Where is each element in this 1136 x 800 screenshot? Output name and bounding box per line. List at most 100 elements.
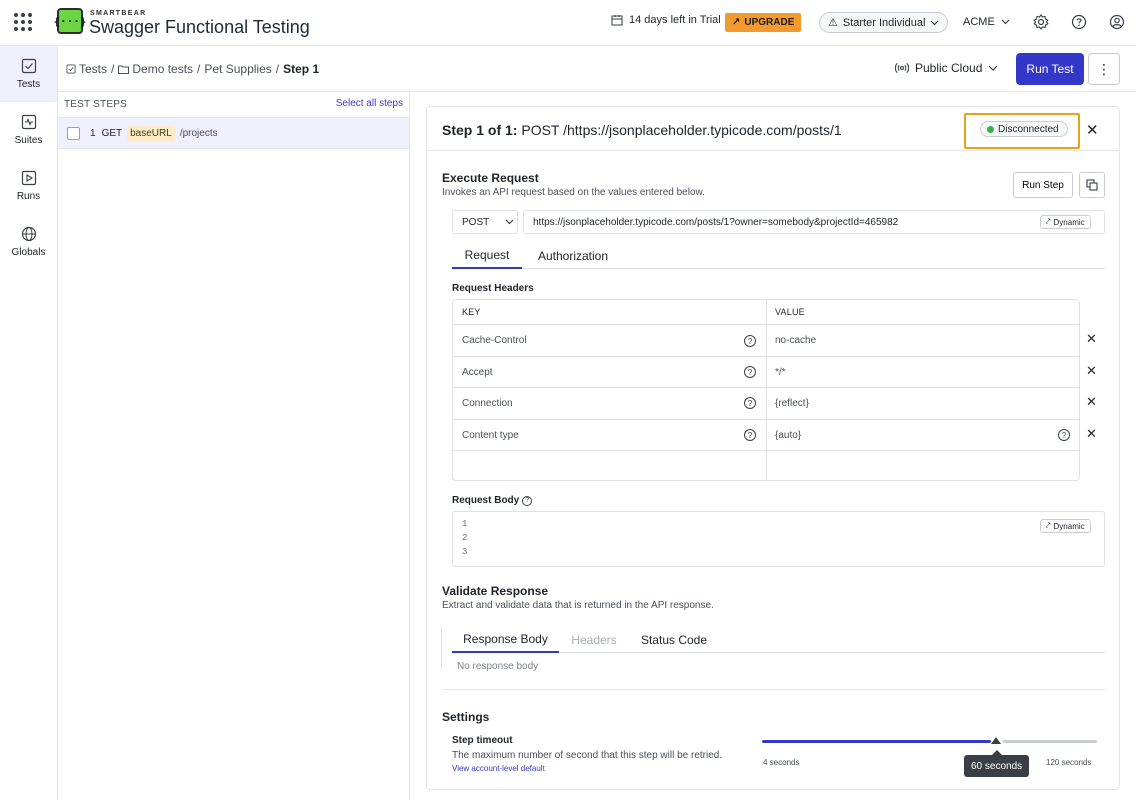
nav-item-tests[interactable]: Tests — [0, 46, 57, 102]
tab-headers: Headers — [571, 633, 617, 647]
tests-icon — [21, 58, 36, 74]
status-dot-icon — [987, 125, 994, 133]
slider-min-label: 4 seconds — [763, 758, 800, 767]
breadcrumb: Tests / Demo tests / Pet Supplies / Step… — [66, 62, 319, 76]
suites-icon — [21, 114, 36, 130]
breadcrumb-separator: / — [197, 62, 201, 76]
left-nav: Tests Suites Runs Globals — [0, 46, 58, 800]
breadcrumb-tests[interactable]: Tests — [66, 62, 107, 76]
request-tabs: Request Authorization — [452, 243, 1105, 269]
validate-response-subtitle: Extract and validate data that is return… — [442, 600, 714, 611]
cloud-label: Public Cloud — [915, 61, 983, 75]
tab-request[interactable]: Request — [452, 243, 522, 269]
nav-item-suites[interactable]: Suites — [0, 102, 57, 158]
help-circle-icon[interactable]: ? — [1058, 429, 1070, 441]
nav-item-runs[interactable]: Runs — [0, 158, 57, 214]
step-row[interactable]: 1 GET baseURL /projects — [58, 117, 409, 149]
step-checkbox[interactable] — [67, 126, 80, 140]
step-variable: baseURL — [127, 125, 175, 141]
header-value-input[interactable] — [766, 451, 1079, 480]
cloud-selector[interactable]: Public Cloud — [895, 61, 998, 75]
help-circle-icon[interactable]: ? — [744, 429, 756, 441]
trial-notice: 14 days left in Trial — [611, 14, 721, 26]
header-value-input[interactable]: no-cache — [766, 325, 816, 356]
column-divider — [766, 300, 767, 480]
app-launcher-icon[interactable] — [14, 13, 32, 31]
execute-request-subtitle: Invokes an API request based on the valu… — [442, 187, 705, 198]
status-badge: Disconnected — [980, 121, 1068, 137]
dynamic-badge[interactable]: ⤤ Dynamic — [1040, 215, 1091, 229]
help-circle-icon[interactable]: ? — [522, 495, 533, 506]
run-step-button[interactable]: Run Step — [1013, 172, 1073, 198]
sub-header: Tests / Demo tests / Pet Supplies / Step… — [58, 46, 1136, 92]
nav-item-globals[interactable]: Globals — [0, 214, 57, 270]
timeout-slider-fill[interactable] — [762, 740, 991, 743]
chevron-down-icon — [930, 20, 939, 25]
method-select[interactable]: POST — [452, 210, 518, 234]
help-icon[interactable] — [1070, 13, 1088, 31]
chevron-down-icon — [505, 219, 514, 225]
header-key-input[interactable]: Content type — [453, 420, 519, 450]
request-body-editor[interactable]: 1 2 3 — [452, 511, 1105, 567]
help-circle-icon[interactable]: ? — [744, 397, 756, 409]
header-key-input[interactable] — [453, 451, 766, 480]
nav-label: Tests — [16, 79, 41, 90]
tab-authorization[interactable]: Authorization — [528, 243, 618, 269]
timeout-slider-track[interactable] — [1003, 740, 1097, 743]
arrow-up-right-icon: ↗ — [732, 17, 741, 28]
step-path: /projects — [179, 127, 218, 139]
step-timeout-title: Step timeout — [452, 735, 513, 746]
gear-icon[interactable] — [1032, 13, 1050, 31]
steps-header: TEST STEPS — [64, 99, 127, 110]
slider-max-label: 120 seconds — [1046, 758, 1092, 767]
request-headers-table: KEY VALUE Cache-Control ? no-cache Accep… — [452, 299, 1080, 481]
broadcast-icon — [895, 62, 909, 74]
breadcrumb-current: Step 1 — [283, 62, 320, 76]
slider-value-tooltip: 60 seconds — [964, 750, 1030, 777]
remove-row-icon[interactable]: ✕ — [1086, 363, 1097, 379]
header-value-input[interactable]: {reflect} — [766, 388, 809, 419]
remove-row-icon[interactable]: ✕ — [1086, 426, 1097, 442]
header-value-input[interactable]: */* — [766, 357, 786, 387]
breadcrumb-separator: / — [275, 62, 280, 76]
remove-row-icon[interactable]: ✕ — [1086, 331, 1097, 347]
header-key-input[interactable]: Accept — [453, 357, 493, 387]
tab-status-code[interactable]: Status Code — [632, 627, 716, 653]
breadcrumb-demo-tests[interactable]: Demo tests — [118, 62, 193, 76]
calendar-icon — [611, 15, 623, 26]
remove-row-icon[interactable]: ✕ — [1086, 394, 1097, 410]
validate-response-title: Validate Response — [442, 584, 549, 598]
org-selector[interactable]: ACME — [963, 16, 1010, 28]
nav-label: Runs — [16, 191, 41, 202]
column-header-value: VALUE — [775, 307, 805, 317]
settings-title: Settings — [442, 710, 490, 724]
column-header-key: KEY — [462, 307, 481, 317]
header-value-input[interactable]: {auto} — [766, 420, 801, 450]
account-default-link[interactable]: View account-level default — [452, 764, 545, 773]
help-circle-icon[interactable]: ? — [744, 366, 756, 378]
top-bar: {···} SMARTBEAR Swagger Functional Testi… — [0, 0, 1136, 46]
header-key-input[interactable]: Connection — [453, 388, 513, 419]
dynamic-icon: ⤤ — [1046, 521, 1051, 530]
tests-icon — [66, 64, 76, 74]
duplicate-button[interactable] — [1079, 172, 1105, 198]
help-circle-icon[interactable]: ? — [744, 335, 756, 347]
close-icon[interactable]: ✕ — [1086, 121, 1099, 139]
tab-response-body[interactable]: Response Body — [452, 627, 559, 653]
url-input[interactable]: https://jsonplaceholder.typicode.com/pos… — [523, 210, 1105, 234]
user-avatar-icon[interactable] — [1108, 13, 1126, 31]
upgrade-button[interactable]: ↗ UPGRADE — [725, 13, 802, 32]
dynamic-badge[interactable]: ⤤ Dynamic — [1040, 519, 1091, 533]
plan-label: Starter Individual — [842, 16, 926, 29]
slider-thumb-icon[interactable] — [989, 735, 1003, 749]
empty-response-text: No response body — [457, 661, 539, 672]
run-test-button[interactable]: Run Test — [1016, 53, 1084, 85]
response-tabs: Response Body Headers Status Code — [452, 627, 1105, 653]
header-key-input[interactable]: Cache-Control — [453, 325, 526, 356]
plan-selector[interactable]: ⚠ Starter Individual — [819, 12, 949, 33]
select-all-steps-link[interactable]: Select all steps — [336, 98, 403, 109]
breadcrumb-pet-supplies[interactable]: Pet Supplies — [204, 62, 271, 76]
step-title-request: POST /https://jsonplaceholder.typicode.c… — [521, 122, 842, 138]
trial-text: 14 days left in Trial — [629, 14, 721, 26]
more-options-button[interactable]: ⋮ — [1088, 53, 1120, 85]
